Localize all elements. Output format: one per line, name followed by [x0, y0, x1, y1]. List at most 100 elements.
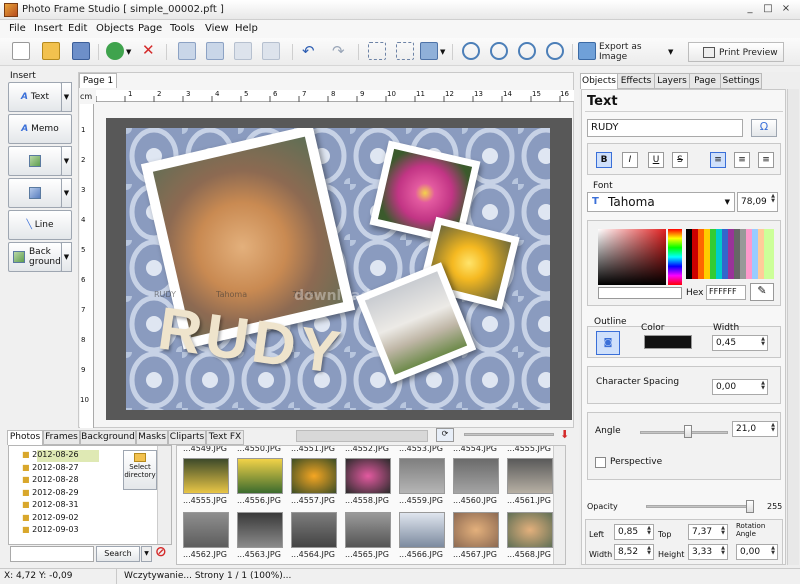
- angle-slider-thumb[interactable]: [684, 425, 692, 438]
- width-spinner[interactable]: ▲▼: [647, 546, 651, 556]
- photo-thumbnail[interactable]: [291, 458, 337, 494]
- rotation-input[interactable]: 0,00▲▼: [736, 544, 778, 560]
- italic-button[interactable]: I: [622, 152, 638, 168]
- open-icon[interactable]: [42, 42, 60, 60]
- photo-thumbnail[interactable]: [183, 512, 229, 548]
- rotation-spinner[interactable]: ▲▼: [771, 546, 775, 556]
- bring-front-icon[interactable]: [234, 42, 252, 60]
- font-size-spinner[interactable]: ▲▼: [771, 194, 775, 204]
- underline-button[interactable]: U: [648, 152, 664, 168]
- select-all-icon[interactable]: [368, 42, 386, 60]
- photo-thumbnail[interactable]: [399, 458, 445, 494]
- photo-thumbnail[interactable]: [507, 458, 553, 494]
- tab-frames[interactable]: Frames: [43, 430, 80, 445]
- zoom-actual-icon[interactable]: [546, 42, 564, 60]
- tab-page[interactable]: Page: [689, 73, 721, 89]
- font-size-input[interactable]: 78,09 ▲▼: [737, 192, 778, 212]
- photo-thumbnail[interactable]: [399, 512, 445, 548]
- insert-shape-dropdown[interactable]: ▼: [61, 178, 72, 208]
- menu-file[interactable]: File: [9, 23, 26, 34]
- left-input[interactable]: 0,85▲▼: [614, 524, 654, 540]
- refresh-icon[interactable]: ⟳: [436, 428, 454, 442]
- clear-search-icon[interactable]: ⊘: [155, 544, 167, 560]
- print-preview-button[interactable]: Print Preview: [688, 42, 784, 62]
- insert-text-dropdown[interactable]: ▼: [61, 82, 72, 112]
- color-gradient[interactable]: [598, 229, 666, 285]
- tab-settings[interactable]: Settings: [720, 73, 762, 89]
- tree-item[interactable]: ■ 2012-08-31: [22, 499, 162, 512]
- save-icon[interactable]: [72, 42, 90, 60]
- photo-thumbnail[interactable]: [453, 458, 499, 494]
- menu-view[interactable]: View: [205, 23, 229, 34]
- insert-shape-button[interactable]: [8, 178, 62, 208]
- menu-help[interactable]: Help: [235, 23, 258, 34]
- character-spacing-spinner[interactable]: ▲▼: [761, 381, 765, 391]
- left-spinner[interactable]: ▲▼: [647, 526, 651, 536]
- top-input[interactable]: 7,37▲▼: [688, 524, 728, 540]
- thumb-size-slider[interactable]: [464, 433, 554, 436]
- zoom-in-icon[interactable]: [462, 42, 480, 60]
- tab-background[interactable]: Background: [80, 430, 136, 445]
- properties-scrollbar[interactable]: [787, 89, 799, 565]
- text-value-input[interactable]: RUDY: [587, 119, 743, 137]
- new-icon[interactable]: [12, 42, 30, 60]
- outline-toggle-icon[interactable]: ◙: [596, 331, 620, 355]
- bring-forward-icon[interactable]: [178, 42, 196, 60]
- export-icon[interactable]: [578, 42, 596, 60]
- thumbnail-scrollbar[interactable]: [553, 446, 565, 564]
- zoom-out-icon[interactable]: [490, 42, 508, 60]
- delete-icon[interactable]: ✕: [142, 41, 155, 59]
- select-directory-button[interactable]: Select directory: [123, 450, 157, 490]
- menu-page[interactable]: Page: [138, 23, 162, 34]
- menu-edit[interactable]: Edit: [68, 23, 87, 34]
- export-dropdown-icon[interactable]: ▼: [668, 48, 673, 56]
- align-icon[interactable]: [420, 42, 438, 60]
- text-edit-button[interactable]: Ω: [751, 119, 777, 137]
- insert-line-button[interactable]: ╲ Line: [8, 210, 72, 240]
- undo-icon[interactable]: ↶: [302, 42, 315, 60]
- hue-slider[interactable]: [668, 229, 682, 285]
- height-spinner[interactable]: ▲▼: [721, 546, 725, 556]
- eyedropper-icon[interactable]: ✎: [750, 283, 774, 301]
- tab-objects[interactable]: Objects: [580, 73, 618, 89]
- group-icon[interactable]: [396, 42, 414, 60]
- minimize-button[interactable]: _: [742, 2, 758, 16]
- tree-item[interactable]: ■ 2012-09-03: [22, 524, 162, 537]
- hex-input[interactable]: FFFFFF: [706, 285, 746, 300]
- download-arrow-icon[interactable]: ⬇: [560, 428, 569, 441]
- maximize-button[interactable]: □: [760, 2, 776, 16]
- tab-layers[interactable]: Layers: [654, 73, 690, 89]
- tab-masks[interactable]: Masks: [136, 430, 168, 445]
- design-page[interactable]: RUDY Tahoma 78,09 download RUDY: [126, 128, 550, 410]
- align-left-icon[interactable]: ≡: [710, 152, 726, 168]
- opacity-slider-thumb[interactable]: [746, 500, 754, 513]
- photo-thumbnail[interactable]: [183, 458, 229, 494]
- opacity-slider-track[interactable]: [646, 505, 754, 508]
- export-image-button[interactable]: Export as Image: [599, 42, 665, 62]
- photo-thumbnail[interactable]: [507, 512, 553, 548]
- color-swatches[interactable]: [686, 229, 774, 279]
- send-backward-icon[interactable]: [206, 42, 224, 60]
- menu-objects[interactable]: Objects: [96, 23, 134, 34]
- photo-thumbnail[interactable]: [453, 512, 499, 548]
- menu-tools[interactable]: Tools: [170, 23, 195, 34]
- redo-icon[interactable]: ↷: [332, 42, 345, 60]
- tab-page-1[interactable]: Page 1: [79, 73, 117, 88]
- bold-button[interactable]: B: [596, 152, 612, 168]
- outline-color-swatch[interactable]: [644, 335, 692, 349]
- perspective-checkbox[interactable]: [595, 457, 606, 468]
- insert-image-dropdown[interactable]: ▼: [61, 146, 72, 176]
- send-back-icon[interactable]: [262, 42, 280, 60]
- align-dropdown-icon[interactable]: ▼: [440, 48, 445, 56]
- add-dropdown-icon[interactable]: ▼: [126, 48, 131, 56]
- search-dropdown-icon[interactable]: ▼: [141, 546, 152, 562]
- width-input[interactable]: 8,52▲▼: [614, 544, 654, 560]
- character-spacing-input[interactable]: 0,00▲▼: [712, 379, 768, 395]
- menu-insert[interactable]: Insert: [34, 23, 63, 34]
- close-button[interactable]: ×: [778, 2, 794, 16]
- insert-background-button[interactable]: Back ground: [8, 242, 62, 272]
- angle-spinner[interactable]: ▲▼: [771, 423, 775, 433]
- search-input[interactable]: [10, 546, 94, 562]
- strikeout-button[interactable]: S: [672, 152, 688, 168]
- tab-cliparts[interactable]: Cliparts: [168, 430, 206, 445]
